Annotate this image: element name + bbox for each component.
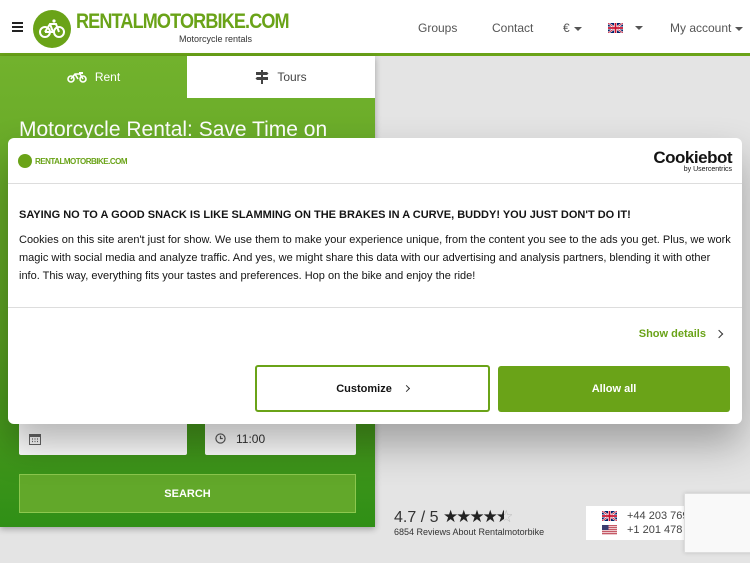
time-input[interactable]: 11:00 <box>205 422 356 455</box>
search-button[interactable]: SEARCH <box>19 474 356 513</box>
site-logo-text: RENTALMOTORBIKE.COM <box>35 156 127 166</box>
tab-rent-label: Rent <box>94 70 121 84</box>
date-input[interactable] <box>19 422 187 455</box>
logo-tagline: Motorcycle rentals <box>179 34 253 44</box>
allow-all-button[interactable]: Allow all <box>498 366 730 412</box>
logo-text[interactable]: RENTALMOTORBIKE.COM <box>76 10 290 34</box>
show-details-link[interactable]: Show details <box>638 328 724 340</box>
chevron-down-icon <box>635 25 643 30</box>
hamburger-icon[interactable] <box>12 22 23 33</box>
chevron-right-icon <box>402 384 410 393</box>
chevron-down-icon <box>573 26 582 31</box>
chevron-right-icon <box>714 329 724 339</box>
account-label: My account <box>670 21 732 35</box>
recaptcha-badge[interactable] <box>684 493 750 553</box>
cookiebot-brand: Cookiebot <box>653 148 732 167</box>
cookie-body: Cookies on this site aren't just for sho… <box>19 234 731 282</box>
calendar-icon <box>29 433 41 445</box>
cookie-consent-dialog: RENTALMOTORBIKE.COM Cookiebot by Usercen… <box>8 138 742 424</box>
customize-label: Customize <box>336 382 392 395</box>
tab-rent[interactable]: Rent <box>0 56 187 98</box>
time-value: 11:00 <box>236 431 266 446</box>
signpost-icon <box>255 70 269 84</box>
currency-label: € <box>563 21 570 35</box>
rating-value: 4.7 / 5 <box>394 509 439 526</box>
chevron-down-icon <box>735 26 744 31</box>
us-flag-icon <box>602 525 617 535</box>
bicycle-icon <box>18 154 32 168</box>
cookiebot-logo[interactable]: Cookiebot by Usercentrics <box>653 148 732 173</box>
nav-groups[interactable]: Groups <box>418 21 457 35</box>
divider <box>8 307 742 308</box>
language-selector[interactable] <box>608 20 643 34</box>
tab-tours[interactable]: Tours <box>187 56 375 98</box>
show-details-label: Show details <box>638 328 706 340</box>
uk-flag-icon <box>608 22 623 33</box>
motorbike-icon <box>67 72 87 83</box>
nav-contact[interactable]: Contact <box>492 21 533 35</box>
rating-stars-icon: ★★★★★☆ <box>442 507 512 526</box>
review-count: 6854 Reviews About Rentalmotorbike <box>394 527 545 537</box>
account-menu[interactable]: My account <box>670 21 744 35</box>
cookie-dialog-header: RENTALMOTORBIKE.COM Cookiebot by Usercen… <box>8 138 742 184</box>
clock-icon <box>215 433 226 444</box>
site-header: RENTALMOTORBIKE.COM Motorcycle rentals G… <box>0 0 750 56</box>
currency-selector[interactable]: € <box>563 21 582 35</box>
site-logo: RENTALMOTORBIKE.COM <box>18 154 127 168</box>
uk-flag-icon <box>602 511 617 521</box>
bicycle-icon[interactable] <box>33 10 71 48</box>
reviews-summary[interactable]: 4.7 / 5 ★★★★★☆ 6854 Reviews About Rental… <box>394 507 544 537</box>
tab-tours-label: Tours <box>277 70 307 84</box>
customize-button[interactable]: Customize <box>255 365 490 412</box>
cookie-heading: SAYING NO TO A GOOD SNACK IS LIKE SLAMMI… <box>19 209 631 221</box>
